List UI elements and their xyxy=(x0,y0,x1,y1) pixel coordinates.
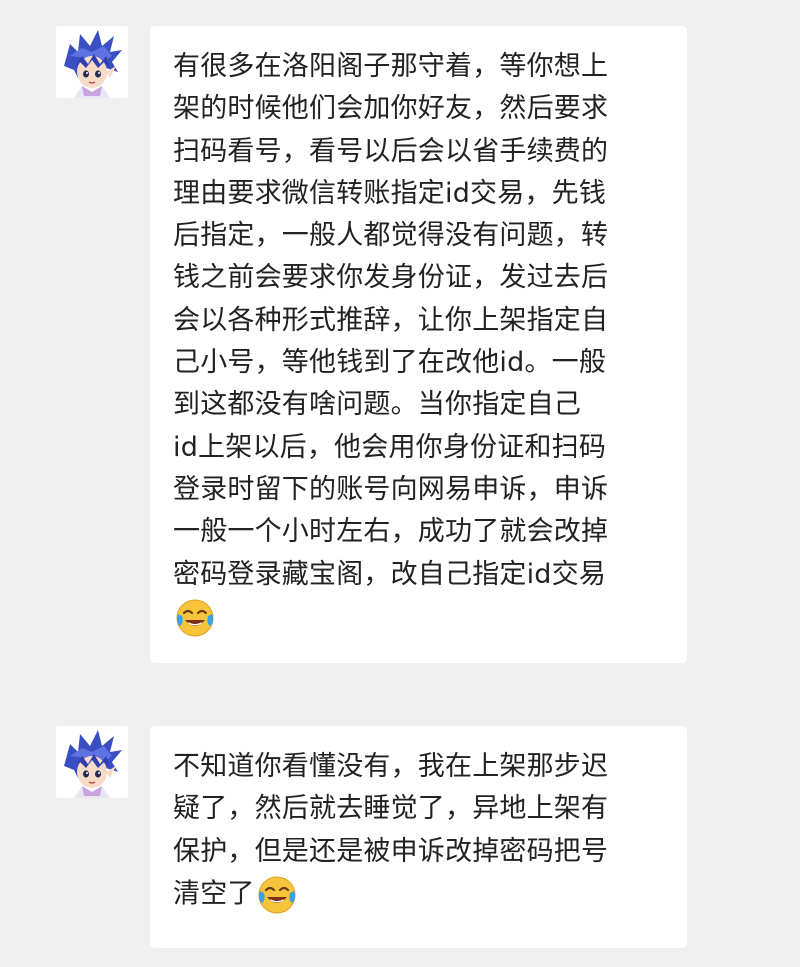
message-line: 会以各种形式推辞，让你上架指定自 xyxy=(173,304,609,336)
message-bubble: 有很多在洛阳阁子那守着，等你想上 架的时候他们会加你好友，然后要求 扫码看号，看… xyxy=(150,26,687,663)
message-line: 到这都没有啥问题。当你指定自己 xyxy=(173,389,581,421)
message-line: 钱之前会要求你发身份证，发过去后 xyxy=(173,262,609,294)
message-line: 架的时候他们会加你好友，然后要求 xyxy=(173,93,609,125)
message-text: 不知道你看懂没有，我在上架那步迟 疑了，然后就去睡觉了，异地上架有 保护，但是还… xyxy=(173,746,667,917)
message-line: 一般一个小时左右，成功了就会改掉 xyxy=(173,516,609,548)
avatar[interactable] xyxy=(56,726,128,798)
message-line: 疑了，然后就去睡觉了，异地上架有 xyxy=(173,793,609,825)
message-line: id上架以后，他会用你身份证和扫码 xyxy=(173,431,607,463)
message-trailing-text: 清空了 xyxy=(173,878,255,910)
spiky-blue-hair-character-avatar-icon xyxy=(56,26,128,98)
message-line: 不知道你看懂没有，我在上架那步迟 xyxy=(173,751,609,782)
avatar[interactable] xyxy=(56,26,128,98)
crying-laughing-emoji-icon xyxy=(173,596,217,640)
message-line: 后指定，一般人都觉得没有问题，转 xyxy=(173,220,609,252)
crying-laughing-emoji-icon xyxy=(255,873,299,917)
spiky-blue-hair-character-avatar-icon xyxy=(56,726,128,798)
message-line: 登录时留下的账号向网易申诉，申诉 xyxy=(173,473,609,505)
message-line: 理由要求微信转账指定id交易，先钱 xyxy=(173,177,607,209)
message-line: 密码登录藏宝阁，改自己指定id交易 xyxy=(173,558,607,590)
message-text: 有很多在洛阳阁子那守着，等你想上 架的时候他们会加你好友，然后要求 扫码看号，看… xyxy=(173,46,667,640)
message-bubble: 不知道你看懂没有，我在上架那步迟 疑了，然后就去睡觉了，异地上架有 保护，但是还… xyxy=(150,726,687,948)
chat-window: 有很多在洛阳阁子那守着，等你想上 架的时候他们会加你好友，然后要求 扫码看号，看… xyxy=(0,0,800,967)
message-line: 有很多在洛阳阁子那守着，等你想上 xyxy=(173,51,609,82)
message-line: 己小号，等他钱到了在改他id。一般 xyxy=(173,347,607,379)
message-line: 扫码看号，看号以后会以省手续费的 xyxy=(173,135,609,167)
message-line: 保护，但是还是被申诉改掉密码把号 xyxy=(173,835,609,867)
